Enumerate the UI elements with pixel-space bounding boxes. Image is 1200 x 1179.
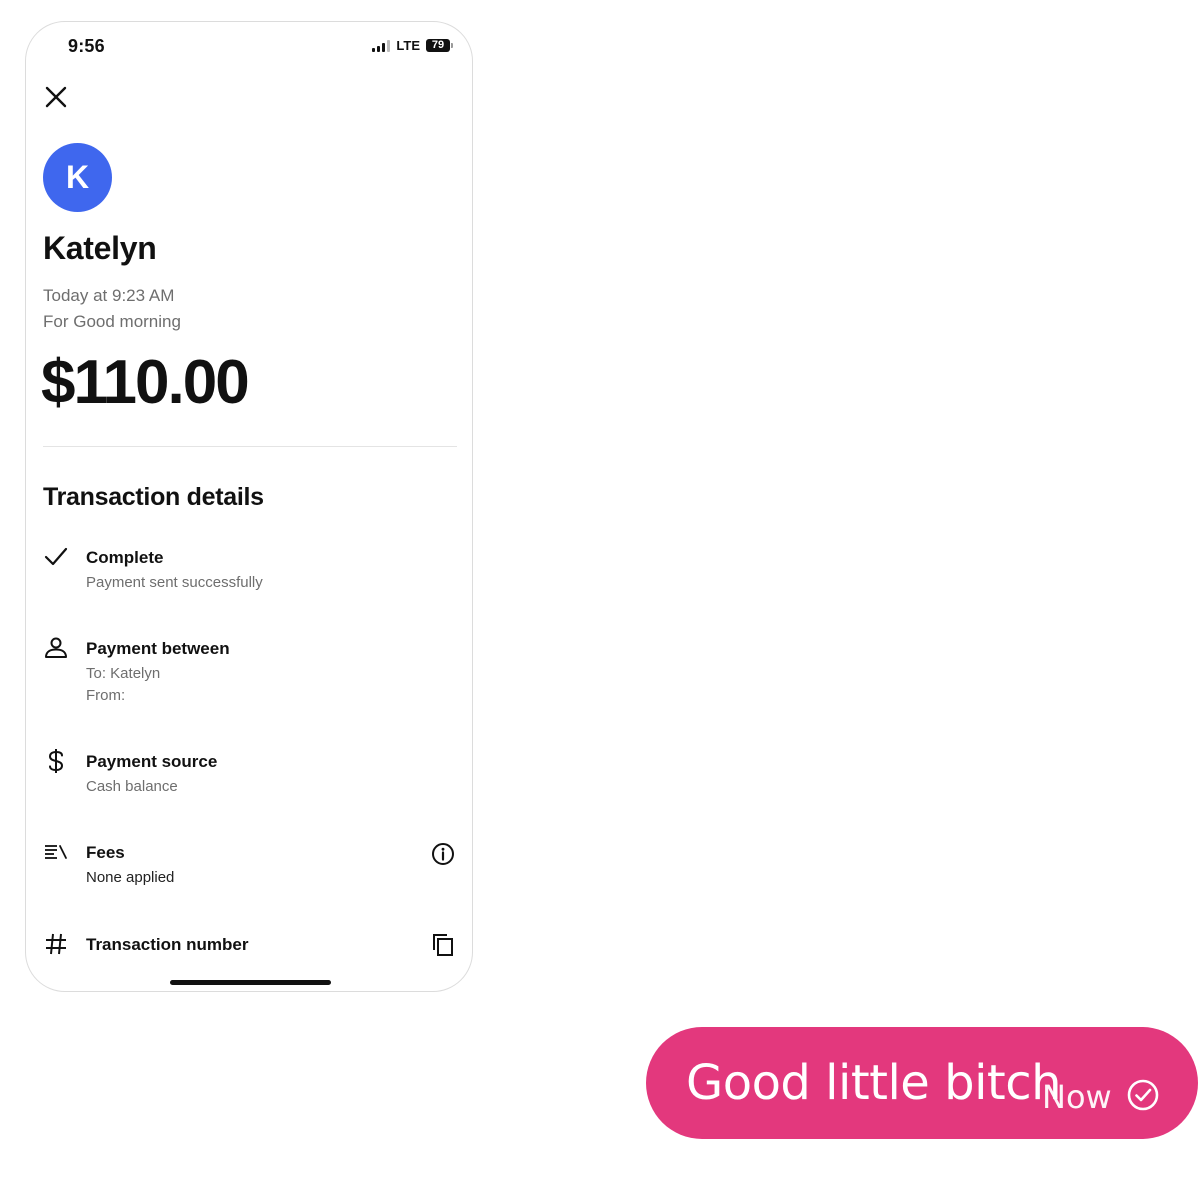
status-title: Complete — [86, 548, 164, 567]
recipient-name: Katelyn — [43, 230, 157, 266]
payment-note: For Good morning — [43, 312, 181, 331]
fees-title: Fees — [86, 843, 125, 862]
battery-icon: 79 — [426, 39, 453, 52]
copy-button[interactable] — [430, 932, 456, 958]
avatar: K — [43, 143, 112, 212]
status-subtitle: Payment sent successfully — [86, 574, 263, 591]
signal-icon — [372, 39, 391, 52]
between-from: From: — [86, 687, 126, 704]
message-bubble: Good little bitch Now — [646, 1027, 1198, 1139]
hash-icon — [43, 931, 69, 957]
source-subtitle: Cash balance — [86, 778, 178, 795]
status-indicators: LTE 79 — [372, 38, 453, 53]
close-button[interactable] — [43, 84, 69, 110]
between-to: To: Katelyn — [86, 665, 161, 682]
message-time: Now — [1042, 1078, 1112, 1116]
person-icon — [43, 635, 69, 661]
delivered-check-icon — [1127, 1079, 1159, 1111]
dollar-icon — [43, 748, 69, 774]
network-label: LTE — [396, 38, 420, 53]
divider — [43, 446, 457, 447]
checkmark-icon — [43, 544, 69, 570]
payment-receipt-screen: 9:56 LTE 79 K Katelyn Today at 9:23 AM F… — [25, 21, 473, 992]
info-button[interactable] — [430, 841, 456, 867]
payment-amount: $110.00 — [41, 348, 250, 417]
info-icon — [432, 843, 454, 865]
fees-subtitle: None applied — [86, 869, 175, 886]
transaction-number-title: Transaction number — [86, 935, 249, 954]
fees-list-icon — [43, 839, 69, 865]
source-title: Payment source — [86, 752, 218, 771]
between-title: Payment between — [86, 639, 230, 658]
home-indicator[interactable] — [170, 980, 331, 985]
message-text: Good little bitch — [686, 1055, 1062, 1111]
payment-date: Today at 9:23 AM — [43, 286, 175, 305]
section-title: Transaction details — [43, 483, 264, 511]
copy-icon — [433, 934, 453, 956]
close-icon — [45, 86, 67, 108]
status-time: 9:56 — [68, 36, 105, 56]
